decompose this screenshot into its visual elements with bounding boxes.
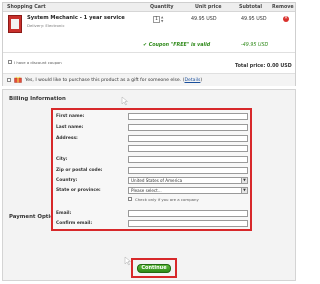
- gift-option-bar: Yes, I would like to purchase this produ…: [3, 73, 295, 86]
- cursor-icon: [121, 96, 129, 106]
- email-label: Email:: [56, 211, 72, 216]
- first-name-label: First name:: [56, 114, 85, 119]
- last-name-input[interactable]: [128, 124, 248, 131]
- discount-coupon-label: I have a discount coupon: [14, 60, 62, 65]
- quantity-stepper[interactable]: ▲ ▼: [161, 15, 163, 23]
- billing-title: Billing Information: [9, 96, 66, 102]
- billing-form: First name: Last name: Address: City: Zi…: [51, 108, 252, 231]
- divider: [3, 52, 295, 53]
- shopping-cart: Shopping Cart Quantity Unit price Subtot…: [2, 2, 296, 86]
- country-label: Country:: [56, 178, 78, 183]
- unit-price-header: Unit price: [195, 5, 222, 10]
- remove-header: Remove: [272, 5, 294, 10]
- country-value: United States of America: [131, 178, 183, 183]
- continue-highlight: Continue: [131, 258, 177, 278]
- country-select[interactable]: United States of America ▼: [128, 177, 248, 184]
- remove-icon[interactable]: ✕: [283, 16, 289, 22]
- address-input-line2[interactable]: [128, 145, 248, 152]
- checkmark-icon: ✔: [143, 43, 148, 48]
- address-label: Address:: [56, 136, 78, 141]
- subtotal-header: Subtotal: [239, 5, 263, 10]
- confirm-email-label: Confirm email:: [56, 221, 93, 226]
- company-checkbox[interactable]: [128, 197, 132, 201]
- chevron-down-icon: ▼: [241, 178, 247, 183]
- state-label: State or province:: [56, 188, 101, 193]
- quantity-input[interactable]: 1: [153, 16, 160, 23]
- confirm-email-input[interactable]: [128, 220, 248, 227]
- subtotal: 49.95 USD: [241, 17, 267, 22]
- last-name-label: Last name:: [56, 125, 84, 130]
- gift-icon: [14, 76, 22, 83]
- address-input[interactable]: [128, 135, 248, 142]
- product-box-image: [8, 15, 22, 33]
- city-input[interactable]: [128, 156, 248, 163]
- city-label: City:: [56, 157, 68, 162]
- email-input[interactable]: [128, 210, 248, 217]
- gift-details-link[interactable]: Details: [184, 78, 200, 83]
- coupon-discount: -49.95 USD: [241, 43, 269, 48]
- state-value: Please select...: [131, 188, 162, 193]
- unit-price: 49.95 USD: [191, 17, 217, 22]
- zip-label: Zip or postal code:: [56, 168, 103, 173]
- continue-button[interactable]: Continue: [137, 264, 171, 273]
- discount-coupon-checkbox[interactable]: [8, 60, 12, 64]
- quantity-header: Quantity: [150, 5, 174, 10]
- total-price: Total price: 0.00 USD: [235, 64, 292, 69]
- coupon-status: ✔ Coupon "FREE" is valid: [143, 43, 210, 48]
- chevron-down-icon: ▼: [241, 188, 247, 193]
- delivery-info: Delivery: Electronic: [27, 23, 65, 28]
- product-name: System Mechanic - 1 year service: [27, 15, 125, 21]
- zip-input[interactable]: [128, 167, 248, 174]
- company-checkbox-label: Check only if you are a company: [135, 197, 199, 202]
- gift-checkbox[interactable]: [7, 78, 11, 82]
- state-select[interactable]: Please select... ▼: [128, 187, 248, 194]
- cart-header: Shopping Cart Quantity Unit price Subtot…: [3, 3, 295, 12]
- gift-text: Yes, I would like to purchase this produ…: [25, 78, 203, 83]
- cart-title: Shopping Cart: [7, 5, 46, 10]
- first-name-input[interactable]: [128, 113, 248, 120]
- coupon-message: Coupon "FREE" is valid: [148, 43, 211, 48]
